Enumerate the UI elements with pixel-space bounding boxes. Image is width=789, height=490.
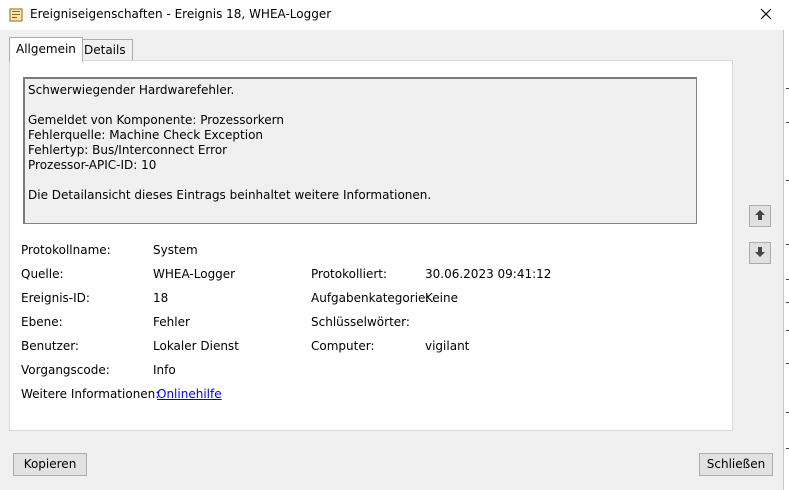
label-vorgangscode: Vorgangscode: (21, 363, 110, 377)
label-schluesselwoerter: Schlüsselwörter: (311, 315, 410, 329)
label-protokollname: Protokollname: (21, 243, 111, 257)
value-ebene: Fehler (153, 315, 190, 329)
copy-button[interactable]: Kopieren (13, 453, 87, 476)
title-bar: Ereigniseigenschaften - Ereignis 18, WHE… (0, 0, 789, 30)
description-line: Prozessor-APIC-ID: 10 (28, 158, 157, 172)
label-ereignis-id: Ereignis-ID: (21, 291, 90, 305)
description-line: Schwerwiegender Hardwarefehler. (28, 83, 235, 97)
onlinehilfe-link[interactable]: Onlinehilfe (157, 387, 222, 401)
label-benutzer: Benutzer: (21, 339, 79, 353)
description-blank (28, 173, 693, 188)
label-protokolliert: Protokolliert: (311, 267, 388, 281)
close-button[interactable] (743, 0, 789, 30)
description-blank (28, 98, 693, 113)
event-description[interactable]: Schwerwiegender Hardwarefehler. Gemeldet… (23, 77, 697, 224)
value-ereignis-id: 18 (153, 291, 169, 305)
previous-event-button[interactable] (749, 205, 771, 227)
value-vorgangscode: Info (153, 363, 176, 377)
value-aufgabenkategorie: Keine (425, 291, 458, 305)
label-aufgabenkategorie: Aufgabenkategorie: (311, 291, 430, 305)
value-benutzer: Lokaler Dienst (153, 339, 239, 353)
background-window-edge (783, 30, 789, 490)
tab-details[interactable]: Details (77, 39, 133, 61)
value-protokolliert: 30.06.2023 09:41:12 (425, 267, 552, 281)
label-weitere-informationen: Weitere Informationen: (21, 387, 160, 401)
description-line: Die Detailansicht dieses Eintrags beinha… (28, 188, 432, 202)
close-dialog-button[interactable]: Schließen (699, 453, 773, 476)
close-icon (760, 8, 772, 23)
next-event-button[interactable] (749, 242, 771, 264)
event-viewer-icon (9, 8, 23, 22)
value-computer: vigilant (425, 339, 470, 353)
description-line: Fehlertyp: Bus/Interconnect Error (28, 143, 228, 157)
window-title: Ereigniseigenschaften - Ereignis 18, WHE… (30, 7, 332, 21)
general-panel: Schwerwiegender Hardwarefehler. Gemeldet… (9, 60, 733, 431)
label-ebene: Ebene: (21, 315, 63, 329)
description-line: Gemeldet von Komponente: Prozessorkern (28, 113, 285, 127)
value-quelle: WHEA-Logger (153, 267, 236, 281)
value-protokollname: System (153, 243, 198, 257)
arrow-up-icon (754, 209, 766, 224)
description-line: Fehlerquelle: Machine Check Exception (28, 128, 264, 142)
label-computer: Computer: (311, 339, 375, 353)
arrow-down-icon (754, 246, 766, 261)
tab-allgemein[interactable]: Allgemein (9, 37, 83, 62)
label-quelle: Quelle: (21, 267, 64, 281)
